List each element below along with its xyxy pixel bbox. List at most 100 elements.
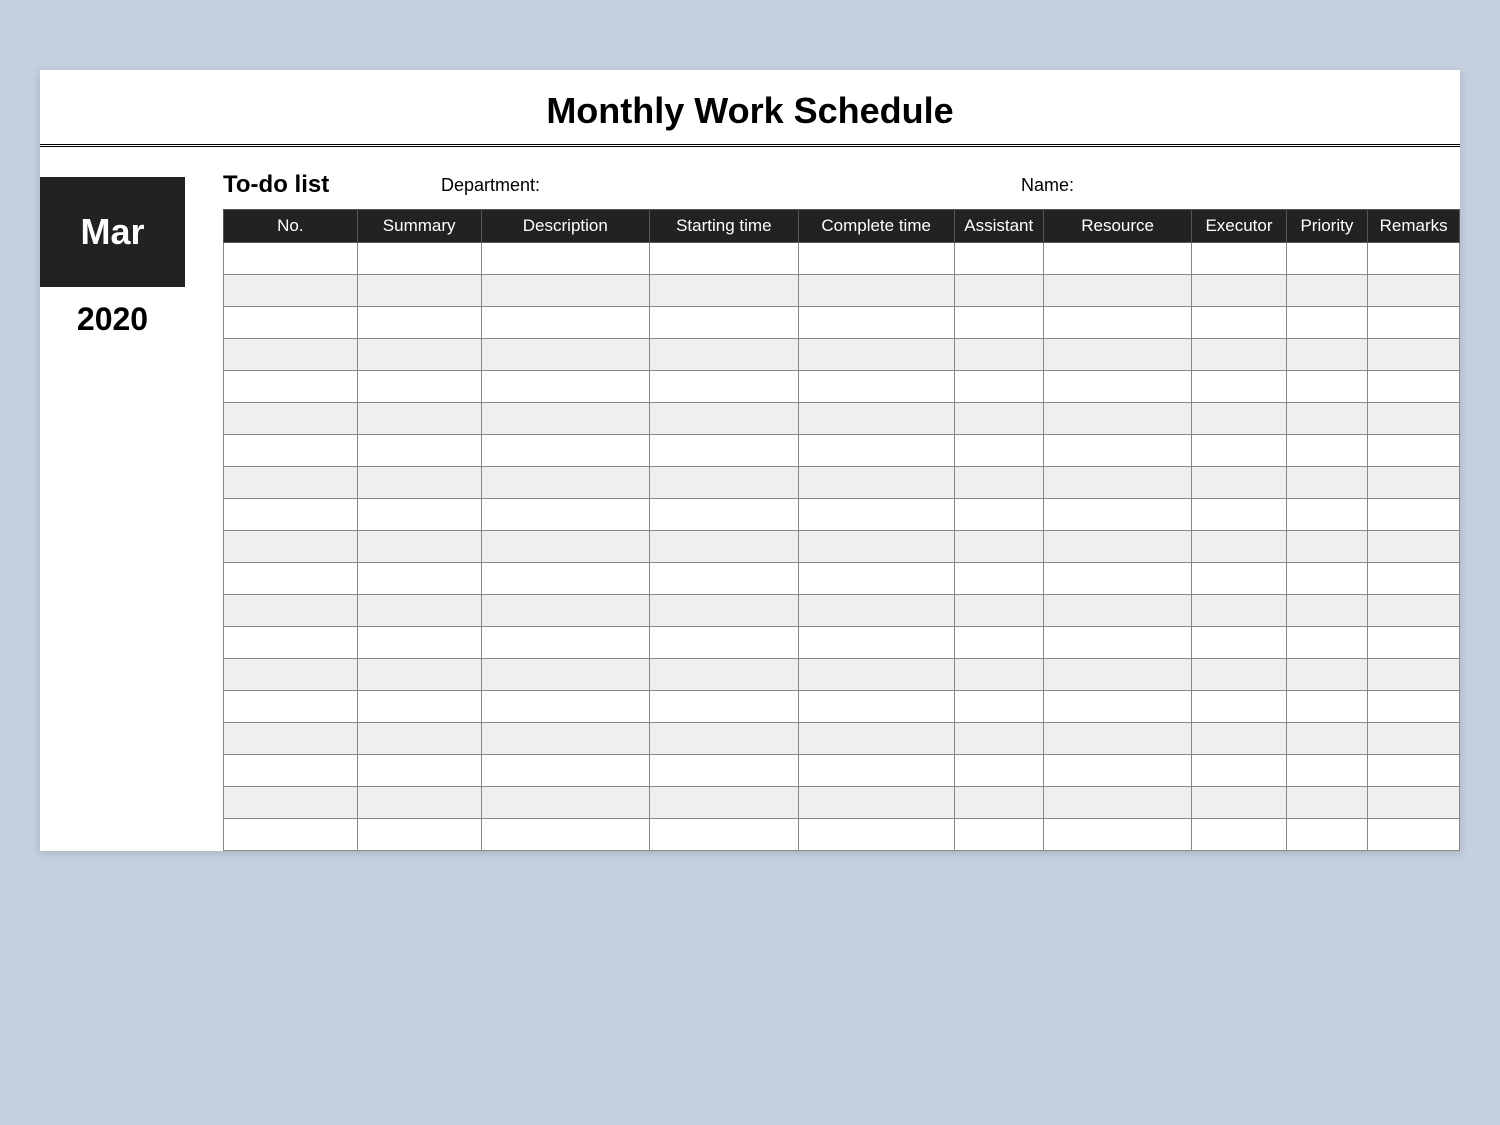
table-cell[interactable] [1286,627,1368,659]
table-cell[interactable] [224,339,358,371]
table-cell[interactable] [481,595,649,627]
table-cell[interactable] [1043,659,1192,691]
table-cell[interactable] [954,819,1043,851]
table-cell[interactable] [954,755,1043,787]
table-cell[interactable] [650,403,799,435]
table-cell[interactable] [798,691,954,723]
table-cell[interactable] [1192,787,1286,819]
table-cell[interactable] [650,691,799,723]
table-cell[interactable] [1043,691,1192,723]
table-cell[interactable] [650,307,799,339]
table-cell[interactable] [481,467,649,499]
table-cell[interactable] [1192,403,1286,435]
table-cell[interactable] [1286,339,1368,371]
table-cell[interactable] [1043,531,1192,563]
table-cell[interactable] [1368,371,1460,403]
table-cell[interactable] [1192,691,1286,723]
table-cell[interactable] [357,819,481,851]
table-cell[interactable] [1192,243,1286,275]
table-cell[interactable] [357,563,481,595]
table-cell[interactable] [798,787,954,819]
table-cell[interactable] [1368,723,1460,755]
table-cell[interactable] [1043,755,1192,787]
table-cell[interactable] [650,787,799,819]
table-cell[interactable] [1043,307,1192,339]
table-cell[interactable] [650,339,799,371]
table-cell[interactable] [357,531,481,563]
table-cell[interactable] [954,595,1043,627]
table-cell[interactable] [481,403,649,435]
table-cell[interactable] [650,243,799,275]
table-cell[interactable] [1368,499,1460,531]
table-cell[interactable] [1043,787,1192,819]
table-cell[interactable] [224,787,358,819]
table-cell[interactable] [1192,627,1286,659]
table-cell[interactable] [1043,371,1192,403]
table-cell[interactable] [481,691,649,723]
table-cell[interactable] [1192,595,1286,627]
table-cell[interactable] [1043,563,1192,595]
table-cell[interactable] [357,467,481,499]
table-cell[interactable] [1286,307,1368,339]
table-cell[interactable] [1368,787,1460,819]
table-cell[interactable] [224,659,358,691]
table-cell[interactable] [1286,787,1368,819]
table-cell[interactable] [1286,819,1368,851]
table-cell[interactable] [954,531,1043,563]
table-cell[interactable] [224,691,358,723]
table-cell[interactable] [1043,499,1192,531]
table-cell[interactable] [481,435,649,467]
table-cell[interactable] [224,435,358,467]
table-cell[interactable] [1192,275,1286,307]
table-cell[interactable] [650,819,799,851]
table-cell[interactable] [954,627,1043,659]
table-cell[interactable] [357,787,481,819]
table-cell[interactable] [650,627,799,659]
table-cell[interactable] [481,531,649,563]
table-cell[interactable] [1368,243,1460,275]
table-cell[interactable] [1286,467,1368,499]
table-cell[interactable] [1368,531,1460,563]
table-cell[interactable] [650,755,799,787]
table-cell[interactable] [224,819,358,851]
table-cell[interactable] [1368,691,1460,723]
table-cell[interactable] [481,659,649,691]
table-cell[interactable] [650,499,799,531]
table-cell[interactable] [481,787,649,819]
table-cell[interactable] [224,243,358,275]
table-cell[interactable] [650,595,799,627]
table-cell[interactable] [954,435,1043,467]
table-cell[interactable] [798,723,954,755]
table-cell[interactable] [1368,307,1460,339]
table-cell[interactable] [357,275,481,307]
table-cell[interactable] [1368,339,1460,371]
table-cell[interactable] [481,339,649,371]
table-cell[interactable] [357,659,481,691]
table-cell[interactable] [224,595,358,627]
table-cell[interactable] [954,691,1043,723]
table-cell[interactable] [357,755,481,787]
table-cell[interactable] [954,307,1043,339]
table-cell[interactable] [224,371,358,403]
table-cell[interactable] [1286,403,1368,435]
table-cell[interactable] [798,755,954,787]
table-cell[interactable] [224,755,358,787]
table-cell[interactable] [481,243,649,275]
table-cell[interactable] [357,435,481,467]
table-cell[interactable] [357,243,481,275]
table-cell[interactable] [1286,691,1368,723]
table-cell[interactable] [954,275,1043,307]
table-cell[interactable] [481,755,649,787]
table-cell[interactable] [1286,659,1368,691]
table-cell[interactable] [357,691,481,723]
table-cell[interactable] [357,595,481,627]
table-cell[interactable] [1368,403,1460,435]
table-cell[interactable] [481,307,649,339]
table-cell[interactable] [1043,243,1192,275]
table-cell[interactable] [1368,659,1460,691]
table-cell[interactable] [954,563,1043,595]
table-cell[interactable] [481,723,649,755]
table-cell[interactable] [1286,563,1368,595]
table-cell[interactable] [357,723,481,755]
table-cell[interactable] [224,467,358,499]
